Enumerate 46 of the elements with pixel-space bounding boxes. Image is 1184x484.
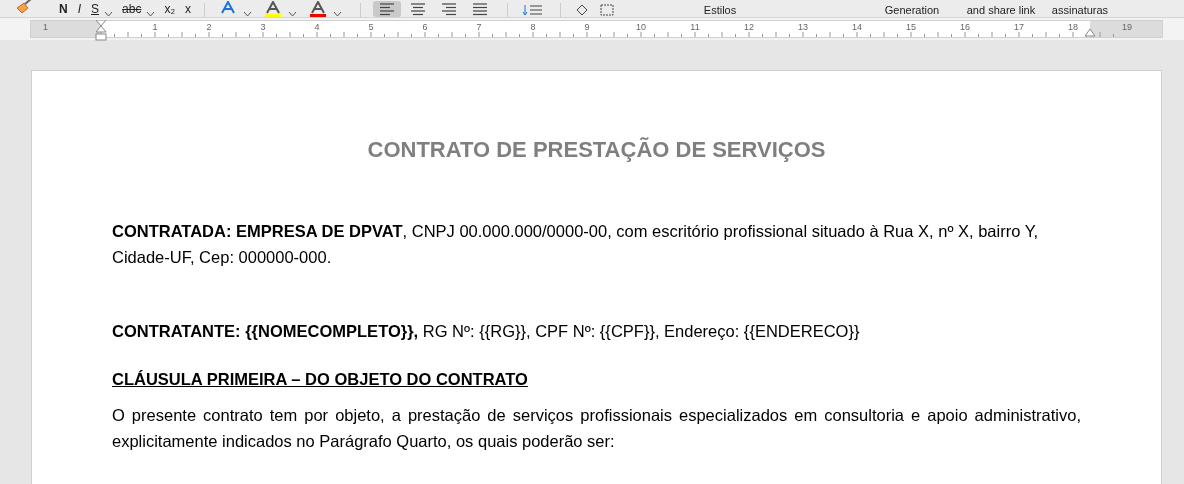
ruler-number: 2 (205, 21, 213, 34)
ruler-number: 11 (689, 21, 701, 34)
ruler-number: 7 (475, 21, 483, 34)
caret-icon[interactable] (288, 11, 298, 17)
ribbon-button[interactable]: and share link (958, 3, 1044, 17)
ruler-number: 4 (313, 21, 321, 34)
document-title: CONTRATO DE PRESTAÇÃO DE SERVIÇOS (366, 136, 827, 164)
format-button[interactable]: N (54, 1, 73, 17)
section-heading: CLÁUSULA PRIMEIRA – DO OBJETO DO CONTRATO (112, 369, 529, 390)
ruler-number: 3 (259, 21, 267, 34)
ribbon-button[interactable]: Generation (872, 3, 952, 17)
ruler-number: 8 (529, 21, 537, 34)
ruler-number: 12 (743, 21, 755, 34)
align-left-button[interactable] (373, 1, 402, 17)
format-painter-icon[interactable] (14, 0, 34, 15)
shading-icon[interactable] (575, 4, 616, 16)
ruler-number: 5 (367, 21, 375, 34)
format-button[interactable]: I (72, 1, 86, 17)
paragraph: CONTRATADA: EMPRESA DE DPVAT, CNPJ 00.000.000/0000-00, com escritório profissional situado à Rua X, nº X, bairro Y, Cidade-UF, Cep: 000000-000. (112, 221, 1040, 268)
ribbon-button[interactable]: assinaturas (1048, 3, 1112, 17)
highlighter-icon[interactable] (264, 1, 283, 17)
ruler-number: 14 (851, 21, 863, 34)
ruler-number: 6 (421, 21, 429, 34)
ruler-number: 1 (151, 21, 159, 34)
ruler-number: 17 (1013, 21, 1025, 34)
caret-icon[interactable] (243, 11, 253, 17)
paragraph: CONTRATANTE: {{NOMECOMPLETO}}, RG Nº: {{RG}}, CPF Nº: {{CPF}}, Endereço: {{ENDERECO}} (112, 321, 861, 342)
caret-icon[interactable] (146, 11, 156, 17)
ruler-number: 15 (905, 21, 917, 34)
format-button[interactable]: S (86, 1, 105, 17)
ruler-number: 1 (43, 21, 48, 34)
format-button[interactable]: x (180, 1, 197, 17)
paragraph: O presente contrato tem por objeto, a prestação de serviços profissionais especializados em consultoria e apoio administrativo, explicitamente indicados no Parágrafo Quarto, os quais poderão ser: (112, 405, 1081, 452)
ruler-number: 19 (1121, 21, 1133, 34)
ruler-number: 16 (959, 21, 971, 34)
indent-marker-icon[interactable] (95, 20, 107, 42)
format-button[interactable]: x₂ (159, 1, 181, 17)
ruler-number: 9 (583, 21, 591, 34)
ruler-number: 13 (797, 21, 809, 34)
ruler-number: 18 (1067, 21, 1079, 34)
right-indent-icon[interactable] (1084, 27, 1096, 37)
ruler-number: 10 (635, 21, 647, 34)
ribbon-button[interactable]: Estilos (688, 3, 752, 17)
format-button[interactable]: abc (117, 1, 147, 17)
caret-icon[interactable] (104, 11, 114, 17)
caret-icon[interactable] (333, 11, 343, 17)
